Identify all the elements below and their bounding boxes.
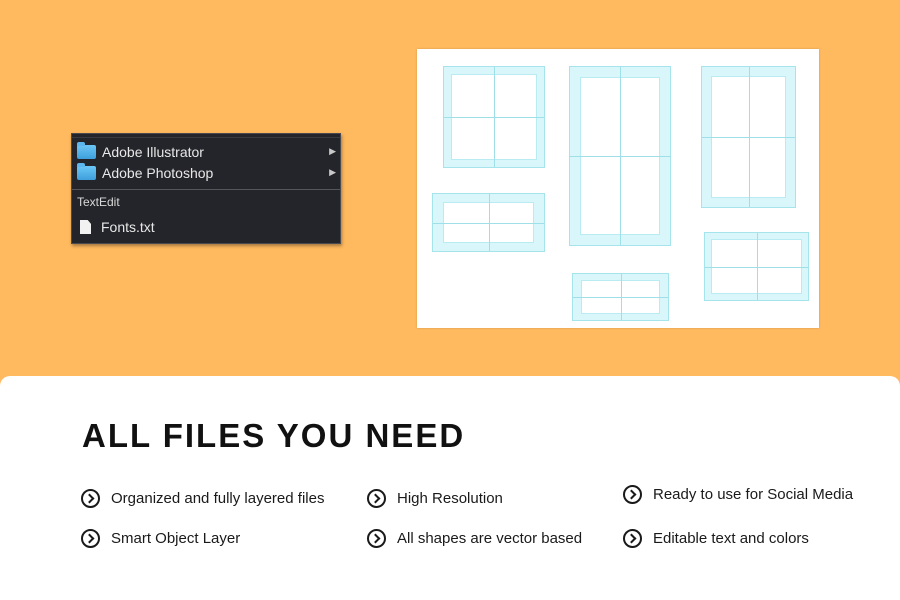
- chevron-circle-icon: [367, 489, 386, 508]
- feature-item: Ready to use for Social Media: [623, 485, 853, 504]
- chevron-circle-icon: [623, 485, 642, 504]
- feature-item: Organized and fully layered files: [81, 489, 324, 508]
- guide-horizontal: [573, 297, 668, 298]
- chevron-circle-icon: [623, 529, 642, 548]
- template-frame-wide: [704, 232, 809, 301]
- template-frame-landscape: [432, 193, 545, 252]
- page-title: ALL FILES YOU NEED: [82, 417, 466, 454]
- guide-horizontal: [705, 266, 808, 268]
- menu-item-adobe-illustrator[interactable]: Adobe Illustrator ▶: [72, 142, 340, 162]
- feature-label: Ready to use for Social Media: [653, 486, 854, 503]
- feature-item: High Resolution: [367, 489, 503, 508]
- guide-horizontal: [570, 156, 670, 157]
- guide-horizontal: [444, 117, 544, 118]
- chevron-circle-icon: [367, 529, 386, 548]
- chevron-circle-icon: [81, 529, 100, 548]
- feature-label: High Resolution: [397, 490, 503, 507]
- submenu-arrow-icon: ▶: [329, 167, 336, 177]
- submenu-arrow-icon: ▶: [329, 146, 336, 156]
- template-frame-portrait: [701, 66, 796, 208]
- features-card: ALL FILES YOU NEED Organized and fully l…: [0, 376, 900, 600]
- artboard: [417, 49, 819, 328]
- feature-label: All shapes are vector based: [397, 530, 583, 547]
- context-menu: Adobe Illustrator ▶ Adobe Photoshop ▶ Te…: [71, 133, 341, 244]
- feature-label: Organized and fully layered files: [111, 490, 325, 507]
- guide-horizontal: [433, 222, 544, 224]
- menu-divider-top: [72, 137, 340, 138]
- feature-label: Smart Object Layer: [111, 530, 241, 547]
- template-frame-square: [443, 66, 545, 168]
- menu-section-label: TextEdit: [77, 195, 120, 209]
- chevron-circle-icon: [81, 489, 100, 508]
- guide-horizontal: [702, 137, 795, 138]
- folder-icon: [77, 142, 96, 159]
- menu-item-adobe-photoshop[interactable]: Adobe Photoshop ▶: [72, 163, 340, 183]
- template-frame-banner: [572, 273, 669, 321]
- menu-item-label: Adobe Photoshop: [102, 165, 214, 181]
- feature-label: Editable text and colors: [653, 530, 809, 547]
- template-frame-story: [569, 66, 671, 246]
- feature-item: Smart Object Layer: [81, 529, 240, 548]
- document-icon: [80, 220, 91, 234]
- folder-icon: [77, 163, 96, 180]
- feature-item: All shapes are vector based: [367, 529, 582, 548]
- menu-separator: [72, 189, 340, 190]
- menu-item-fonts-txt[interactable]: Fonts.txt: [72, 217, 340, 237]
- menu-item-label: Fonts.txt: [101, 219, 155, 235]
- menu-item-label: Adobe Illustrator: [102, 144, 204, 160]
- feature-item: Editable text and colors: [623, 529, 809, 548]
